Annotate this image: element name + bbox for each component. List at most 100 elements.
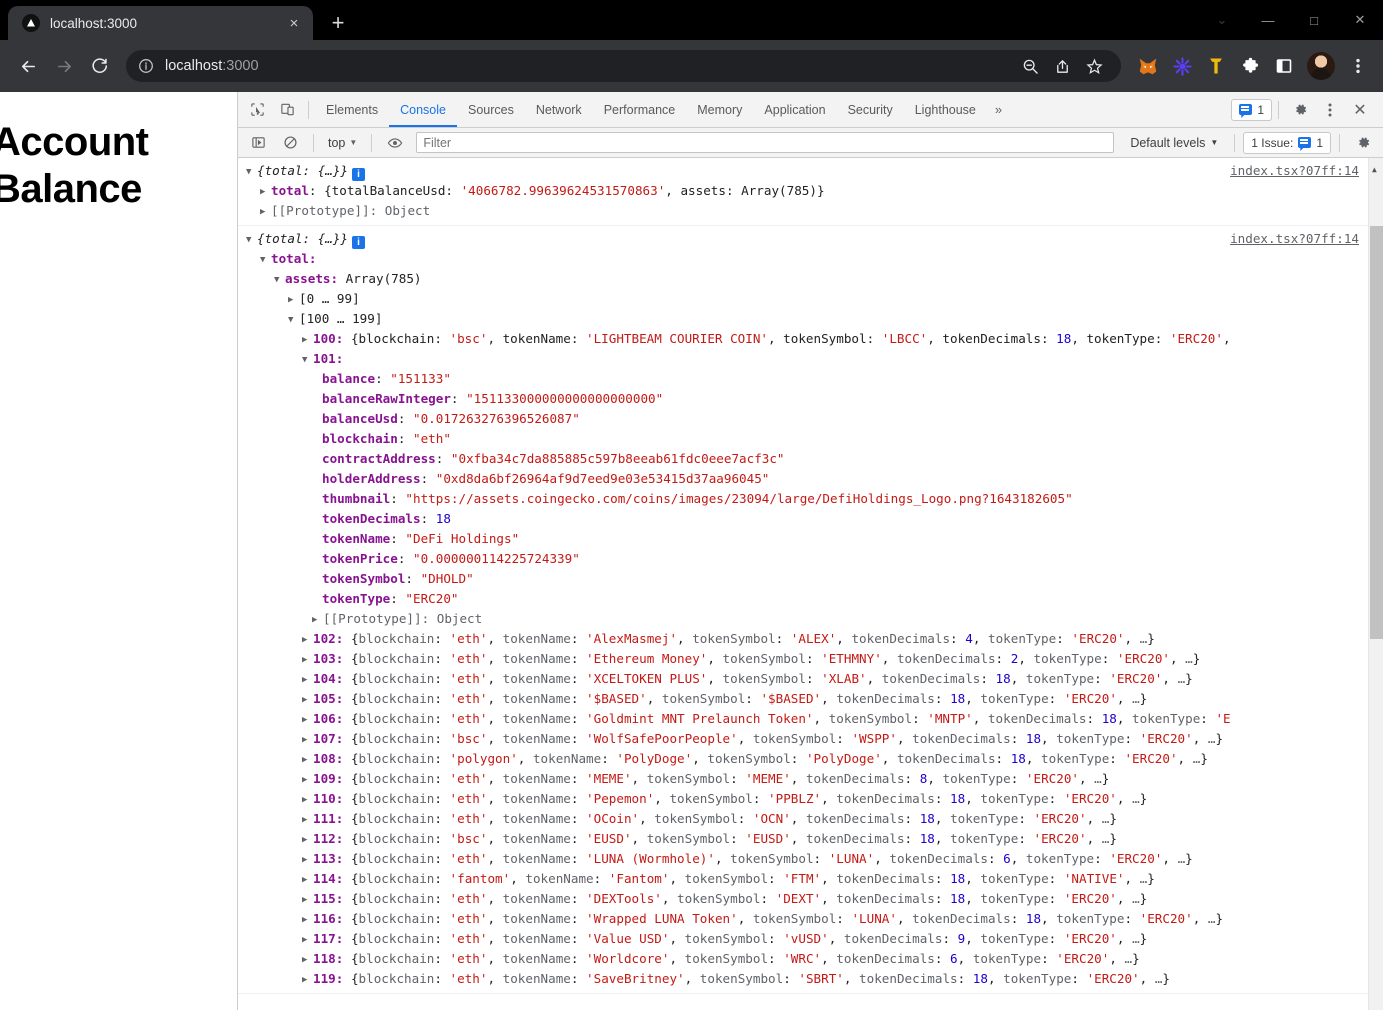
new-tab-button[interactable]: + xyxy=(323,8,353,38)
kebab-menu-icon[interactable] xyxy=(1343,51,1373,81)
browser-tab[interactable]: localhost:3000 × xyxy=(8,6,313,40)
console-object-header[interactable]: {total: {…}} i xyxy=(238,161,1383,181)
chevron-right-icon[interactable] xyxy=(302,970,313,989)
array-range-row[interactable]: [100 … 199] xyxy=(238,309,1383,329)
array-item-row[interactable]: 112: {blockchain: 'bsc', tokenName: 'EUS… xyxy=(238,829,1383,849)
prototype-row[interactable]: [[Prototype]]: Object xyxy=(238,201,1383,221)
tab-application[interactable]: Application xyxy=(753,92,836,127)
tab-network[interactable]: Network xyxy=(525,92,593,127)
gear-icon[interactable] xyxy=(1285,96,1315,124)
chevron-right-icon[interactable] xyxy=(302,630,313,649)
info-circle-icon[interactable] xyxy=(138,58,155,75)
zoom-out-icon[interactable] xyxy=(1015,51,1045,81)
chevron-right-icon[interactable] xyxy=(302,730,313,749)
array-item-row[interactable]: 115: {blockchain: 'eth', tokenName: 'DEX… xyxy=(238,889,1383,909)
puzzle-extensions-icon[interactable] xyxy=(1235,51,1265,81)
chevron-right-icon[interactable] xyxy=(302,670,313,689)
reload-icon[interactable] xyxy=(82,48,118,84)
array-item-row[interactable]: 101: xyxy=(238,349,1383,369)
chevron-right-icon[interactable] xyxy=(302,910,313,929)
prototype-row[interactable]: [[Prototype]]: Object xyxy=(238,609,1383,629)
address-bar[interactable]: localhost:3000 xyxy=(126,50,1121,82)
live-expression-eye-icon[interactable] xyxy=(380,129,410,157)
info-badge-icon[interactable]: i xyxy=(352,236,365,249)
clear-console-icon[interactable] xyxy=(275,129,305,157)
tab-security[interactable]: Security xyxy=(837,92,904,127)
array-item-row[interactable]: 107: {blockchain: 'bsc', tokenName: 'Wol… xyxy=(238,729,1383,749)
array-item-row[interactable]: 109: {blockchain: 'eth', tokenName: 'MEM… xyxy=(238,769,1383,789)
chevron-down-icon[interactable] xyxy=(288,310,299,329)
chevron-down-icon[interactable] xyxy=(274,270,285,289)
log-levels-selector[interactable]: Default levels ▼ xyxy=(1122,136,1226,150)
gold-t-extension-icon[interactable] xyxy=(1201,51,1231,81)
console-settings-gear-icon[interactable] xyxy=(1348,129,1378,157)
tab-lighthouse[interactable]: Lighthouse xyxy=(904,92,987,127)
console-object-header[interactable]: {total: {…}} i xyxy=(238,229,1383,249)
object-property-row[interactable]: total: xyxy=(238,249,1383,269)
close-window-button[interactable]: ✕ xyxy=(1337,0,1383,40)
purple-flower-extension-icon[interactable] xyxy=(1167,51,1197,81)
object-property-row[interactable]: total: {totalBalanceUsd: '4066782.996396… xyxy=(238,181,1383,201)
metamask-fox-icon[interactable] xyxy=(1133,51,1163,81)
console-sidebar-icon[interactable] xyxy=(243,129,273,157)
filter-input[interactable] xyxy=(416,132,1115,153)
array-range-row[interactable]: [0 … 99] xyxy=(238,289,1383,309)
maximize-button[interactable]: □ xyxy=(1291,0,1337,40)
chevron-right-icon[interactable] xyxy=(302,770,313,789)
side-panel-icon[interactable] xyxy=(1269,51,1299,81)
array-item-row[interactable]: 114: {blockchain: 'fantom', tokenName: '… xyxy=(238,869,1383,889)
array-item-row[interactable]: 119: {blockchain: 'eth', tokenName: 'Sav… xyxy=(238,969,1383,989)
array-item-row[interactable]: 113: {blockchain: 'eth', tokenName: 'LUN… xyxy=(238,849,1383,869)
array-item-row[interactable]: 100: {blockchain: 'bsc', tokenName: 'LIG… xyxy=(238,329,1383,349)
chevron-right-icon[interactable] xyxy=(302,950,313,969)
chevron-right-icon[interactable] xyxy=(302,650,313,669)
device-toolbar-icon[interactable] xyxy=(272,96,302,124)
more-tabs-icon[interactable]: » xyxy=(987,102,1010,117)
chevron-right-icon[interactable] xyxy=(302,790,313,809)
scroll-up-icon[interactable]: ▲ xyxy=(1372,160,1377,180)
source-link[interactable]: index.tsx?07ff:14 xyxy=(1230,229,1359,249)
close-icon[interactable]: × xyxy=(283,12,305,34)
back-icon[interactable] xyxy=(10,48,46,84)
chevron-right-icon[interactable] xyxy=(302,750,313,769)
tab-elements[interactable]: Elements xyxy=(315,92,389,127)
array-item-row[interactable]: 103: {blockchain: 'eth', tokenName: 'Eth… xyxy=(238,649,1383,669)
console-output[interactable]: index.tsx?07ff:14 {total: {…}} i total: {… xyxy=(238,158,1383,1010)
tab-sources[interactable]: Sources xyxy=(457,92,525,127)
tab-console[interactable]: Console xyxy=(389,92,457,127)
close-devtools-icon[interactable]: ✕ xyxy=(1345,96,1375,124)
source-link[interactable]: index.tsx?07ff:14 xyxy=(1230,161,1359,181)
chevron-right-icon[interactable] xyxy=(302,810,313,829)
issue-status-badge[interactable]: 1 Issue: 1 xyxy=(1243,131,1331,154)
chevron-down-icon[interactable] xyxy=(260,250,271,269)
array-item-row[interactable]: 116: {blockchain: 'eth', tokenName: 'Wra… xyxy=(238,909,1383,929)
array-item-row[interactable]: 117: {blockchain: 'eth', tokenName: 'Val… xyxy=(238,929,1383,949)
avatar[interactable] xyxy=(1307,52,1335,80)
chevron-right-icon[interactable] xyxy=(288,290,299,309)
chevron-right-icon[interactable] xyxy=(302,830,313,849)
array-item-row[interactable]: 108: {blockchain: 'polygon', tokenName: … xyxy=(238,749,1383,769)
scrollbar-thumb[interactable] xyxy=(1370,226,1383,639)
chevron-right-icon[interactable] xyxy=(302,930,313,949)
array-item-row[interactable]: 118: {blockchain: 'eth', tokenName: 'Wor… xyxy=(238,949,1383,969)
array-item-row[interactable]: 106: {blockchain: 'eth', tokenName: 'Gol… xyxy=(238,709,1383,729)
chevron-right-icon[interactable] xyxy=(302,850,313,869)
tab-search-icon[interactable]: ⌄ xyxy=(1199,0,1245,40)
chevron-right-icon[interactable] xyxy=(260,182,271,201)
chevron-down-icon[interactable] xyxy=(246,162,257,181)
chevron-right-icon[interactable] xyxy=(312,610,323,629)
bookmark-star-icon[interactable] xyxy=(1079,51,1109,81)
chevron-right-icon[interactable] xyxy=(302,890,313,909)
array-item-row[interactable]: 104: {blockchain: 'eth', tokenName: 'XCE… xyxy=(238,669,1383,689)
chevron-down-icon[interactable] xyxy=(302,350,313,369)
tab-performance[interactable]: Performance xyxy=(593,92,687,127)
object-property-row[interactable]: assets: Array(785) xyxy=(238,269,1383,289)
share-icon[interactable] xyxy=(1047,51,1077,81)
info-badge-icon[interactable]: i xyxy=(352,168,365,181)
chevron-right-icon[interactable] xyxy=(302,330,313,349)
chevron-right-icon[interactable] xyxy=(260,202,271,221)
array-item-row[interactable]: 102: {blockchain: 'eth', tokenName: 'Ale… xyxy=(238,629,1383,649)
array-item-row[interactable]: 105: {blockchain: 'eth', tokenName: '$BA… xyxy=(238,689,1383,709)
forward-icon[interactable] xyxy=(46,48,82,84)
array-item-row[interactable]: 110: {blockchain: 'eth', tokenName: 'Pep… xyxy=(238,789,1383,809)
